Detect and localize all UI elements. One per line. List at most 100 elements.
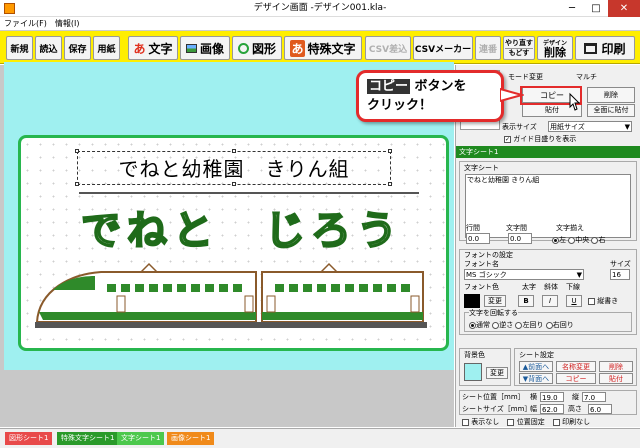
delete-button[interactable]: 削除 <box>587 87 635 103</box>
consecutive-number-button[interactable]: 連番 <box>475 36 501 60</box>
italic-button[interactable]: I <box>542 295 558 307</box>
radio-normal[interactable] <box>469 321 476 329</box>
sheet-title: 文字シート1 <box>459 148 499 156</box>
sheet-settings-label: シート設定 <box>519 351 554 359</box>
bg-color-change-button[interactable]: 変更 <box>486 367 508 379</box>
text-content-input[interactable]: でねと幼稚園 きりん組 <box>465 174 631 238</box>
bg-color-swatch[interactable] <box>464 363 482 381</box>
close-button[interactable]: ✕ <box>608 0 640 17</box>
special-text-icon: あ <box>290 39 305 57</box>
noprint-checkbox[interactable] <box>552 418 560 426</box>
lock-checkbox[interactable] <box>507 418 515 426</box>
align-label: 文字揃え <box>556 224 584 232</box>
chevron-down-icon: ▼ <box>576 271 582 279</box>
callout-line1: コピー ボタンを <box>367 77 501 96</box>
font-color-swatch[interactable] <box>464 294 480 308</box>
text-icon: あ <box>133 41 146 56</box>
special-text-button[interactable]: あ特殊文字 <box>284 36 362 60</box>
chevron-down-icon: ▼ <box>624 123 630 131</box>
char-spacing-input[interactable]: 0.0 <box>508 233 532 244</box>
design-delete-button[interactable]: デザイン 削除 <box>537 36 573 60</box>
radio-align-left[interactable] <box>552 236 559 244</box>
x-position-input[interactable]: 19.0 <box>540 392 564 402</box>
tab-shape-sheet[interactable]: 図形シート1 <box>5 432 53 445</box>
guide-checkbox[interactable]: ✓ ガイド目盛りを表示 <box>504 134 576 144</box>
resize-handle[interactable] <box>75 149 79 153</box>
hide-checkbox[interactable] <box>462 418 469 426</box>
text-button[interactable]: あ文字 <box>128 36 178 60</box>
callout-highlight: コピー <box>367 79 411 94</box>
instruction-callout: コピー ボタンを クリック！ <box>356 70 504 122</box>
width-input[interactable]: 62.0 <box>540 404 564 414</box>
y-position-input[interactable]: 7.0 <box>582 392 606 402</box>
line-spacing-label: 行間 <box>466 224 480 232</box>
new-button[interactable]: 新規 <box>6 36 33 60</box>
tab-special-text-sheet[interactable]: 特殊文字シート1 <box>57 432 119 445</box>
name-text[interactable]: でねと じろう <box>80 198 421 255</box>
toolbar: 新規 読込 保存 用紙 あ文字 画像 図形 あ特殊文字 CSV差込 CSVメーカ… <box>0 31 640 64</box>
font-name-select[interactable]: MS ゴシック ▼ <box>464 269 584 280</box>
to-front-button[interactable]: ▲前面へ <box>519 361 553 372</box>
bg-color-label: 背景色 <box>464 351 485 359</box>
minimize-button[interactable]: ─ <box>560 0 584 17</box>
bg-color-group: 背景色 変更 <box>459 348 511 386</box>
font-color-change-button[interactable]: 変更 <box>484 295 506 307</box>
open-button[interactable]: 読込 <box>35 36 62 60</box>
sheet-paste-button[interactable]: 貼付 <box>599 373 633 384</box>
to-back-button[interactable]: ▼背面へ <box>519 373 553 384</box>
rotate-group: 文字を回転する 通常 逆さ 左回り 右回り <box>464 308 632 332</box>
image-button[interactable]: 画像 <box>180 36 230 60</box>
train-illustration[interactable] <box>31 260 431 332</box>
height-input[interactable]: 6.0 <box>588 404 612 414</box>
menu-info[interactable]: 情報(I) <box>51 17 84 31</box>
paper-button[interactable]: 用紙 <box>93 36 120 60</box>
csv-maker-button[interactable]: CSVメーカー <box>413 36 473 60</box>
shape-button[interactable]: 図形 <box>232 36 282 60</box>
resize-handle[interactable] <box>388 149 392 153</box>
sheet-delete-button[interactable]: 削除 <box>599 361 633 372</box>
undo-label: もどす <box>508 48 530 57</box>
sheet-copy-button[interactable]: コピー <box>556 373 596 384</box>
guide-label: ガイド目盛りを表示 <box>513 135 577 143</box>
sheet-options: 表示なし 位置固定 印刷なし <box>462 417 590 427</box>
resize-handle[interactable] <box>75 182 79 186</box>
font-settings-group: フォントの設定 フォント名 サイズ MS ゴシック ▼ 16 フォント色 太字 斜… <box>459 249 637 335</box>
text-button-label: 文字 <box>148 41 173 56</box>
rename-button[interactable]: 名称変更 <box>556 361 596 372</box>
save-button[interactable]: 保存 <box>64 36 91 60</box>
vertical-label: 縦書き <box>597 297 619 305</box>
undo-redo-button[interactable]: やり直す もどす <box>503 36 535 60</box>
delete-label: 削除 <box>544 46 566 59</box>
view-size-select[interactable]: 用紙サイズ ▼ <box>548 121 632 132</box>
check-icon: ✓ <box>504 135 511 143</box>
multi-label: マルチ <box>576 73 597 81</box>
print-button[interactable]: 印刷 <box>575 36 635 60</box>
menu-file[interactable]: ファイル(F) <box>0 17 51 31</box>
font-name-label: フォント名 <box>464 260 499 268</box>
x-label: 横 <box>530 393 537 401</box>
bold-button[interactable]: B <box>518 295 534 307</box>
tab-image-sheet[interactable]: 画像シート1 <box>167 432 215 445</box>
bold-label: 太字 <box>522 283 536 291</box>
paste-all-button[interactable]: 全面に貼付 <box>587 104 635 117</box>
menu-bar: ファイル(F) 情報(I) <box>0 17 640 31</box>
font-size-input[interactable]: 16 <box>610 269 630 280</box>
selected-text-sheet[interactable]: でねと幼稚園 きりん組 <box>77 151 391 185</box>
vertical-checkbox[interactable]: 縦書き <box>588 296 618 306</box>
rotate-left-label: 左回り <box>522 321 544 329</box>
maximize-button[interactable]: □ <box>584 0 608 17</box>
underline-button[interactable]: U <box>566 295 582 307</box>
csv-insert-button[interactable]: CSV差込 <box>365 36 411 60</box>
resize-handle[interactable] <box>232 149 236 153</box>
resize-handle[interactable] <box>388 182 392 186</box>
position-group: シート位置［mm］ 横 19.0 縦 7.0 シートサイズ［mm］ 幅 62.0… <box>459 390 637 415</box>
divider-line <box>79 192 419 194</box>
resize-handle[interactable] <box>232 182 236 186</box>
line-spacing-input[interactable]: 0.0 <box>466 233 490 244</box>
tab-text-sheet[interactable]: 文字シート1 <box>117 432 165 445</box>
align-left-label: 左 <box>559 236 566 244</box>
radio-right[interactable] <box>545 321 553 329</box>
width-label: 幅 <box>530 405 537 413</box>
font-name-value: MS ゴシック <box>466 271 507 279</box>
align-options: 左 中央 右 <box>552 235 605 245</box>
